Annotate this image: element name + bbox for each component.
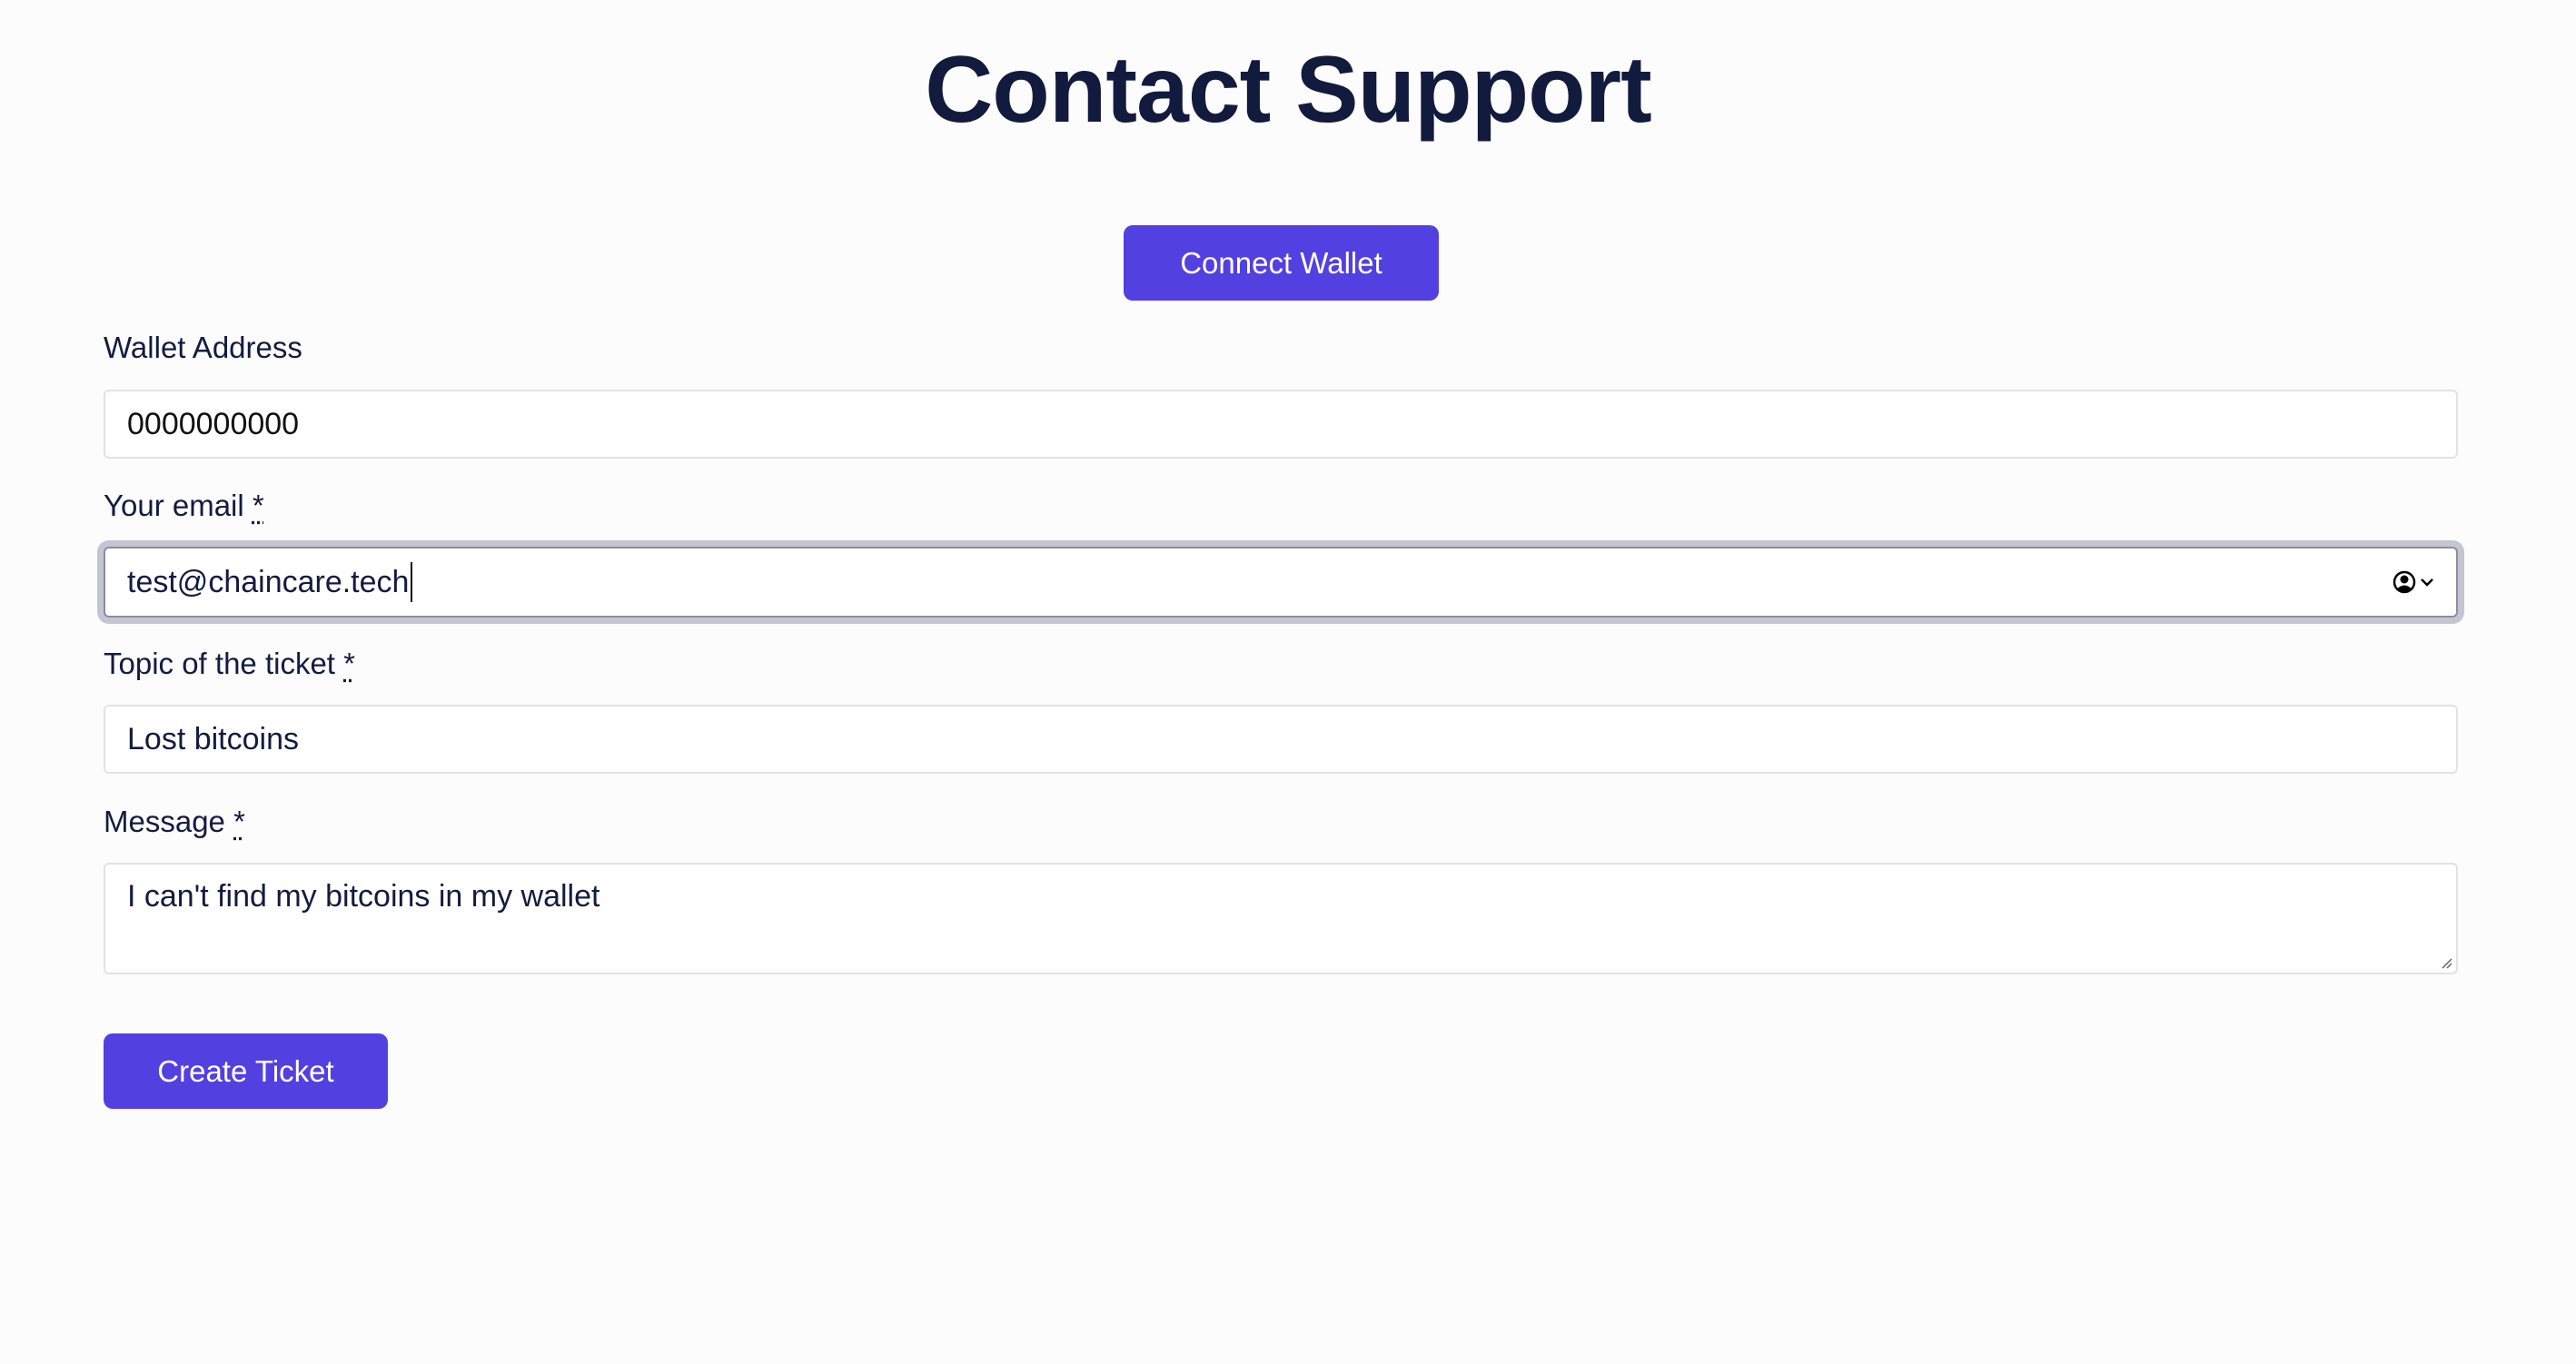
resize-handle-icon[interactable]	[2440, 956, 2452, 969]
topic-label-text: Topic of the ticket	[104, 647, 335, 680]
message-textarea[interactable]: I can't find my bitcoins in my wallet	[104, 863, 2458, 974]
wallet-address-input[interactable]: 0000000000	[104, 390, 2458, 459]
message-label: Message *	[104, 805, 245, 839]
wallet-address-label-text: Wallet Address	[104, 331, 302, 364]
wallet-address-value: 0000000000	[127, 406, 300, 441]
create-ticket-button[interactable]: Create Ticket	[104, 1033, 388, 1109]
email-value: test@chaincare.tech	[127, 564, 410, 599]
message-label-text: Message	[104, 805, 225, 838]
email-label-text: Your email	[104, 489, 244, 522]
message-value: I can't find my bitcoins in my wallet	[127, 879, 600, 914]
page-title: Contact Support	[925, 37, 1652, 143]
email-label: Your email *	[104, 489, 264, 523]
contact-autofill-icon[interactable]	[2393, 570, 2434, 594]
topic-value: Lost bitcoins	[127, 721, 299, 756]
required-mark: *	[252, 489, 264, 522]
topic-label: Topic of the ticket *	[104, 647, 355, 681]
topic-input[interactable]: Lost bitcoins	[104, 705, 2458, 774]
required-mark: *	[343, 647, 355, 680]
text-cursor	[411, 562, 413, 602]
required-mark: *	[233, 805, 245, 838]
chevron-down-icon	[2421, 578, 2433, 587]
email-input[interactable]: test@chaincare.tech	[104, 547, 2458, 618]
wallet-address-label: Wallet Address	[104, 331, 302, 365]
connect-wallet-button[interactable]: Connect Wallet	[1124, 225, 1439, 301]
